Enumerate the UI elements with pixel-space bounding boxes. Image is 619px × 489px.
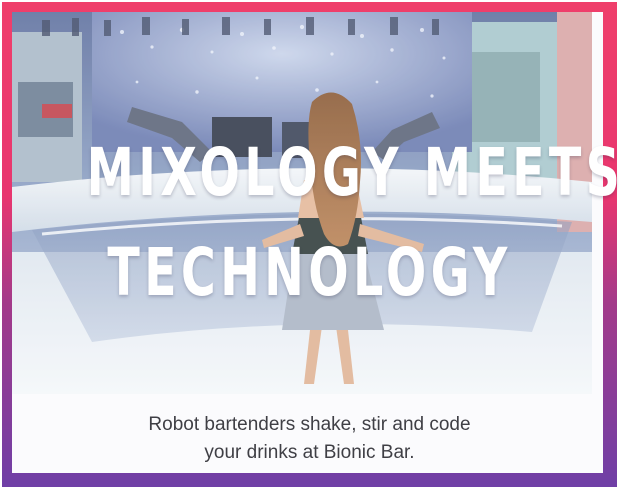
caption-line-1: Robot bartenders shake, stir and code — [148, 414, 471, 435]
headline-line-2: TECHNOLOGY — [107, 234, 512, 311]
headline-line-1: MIXOLOGY MEETS — [86, 134, 619, 211]
caption-line-2: your drinks at Bionic Bar. — [204, 442, 415, 463]
